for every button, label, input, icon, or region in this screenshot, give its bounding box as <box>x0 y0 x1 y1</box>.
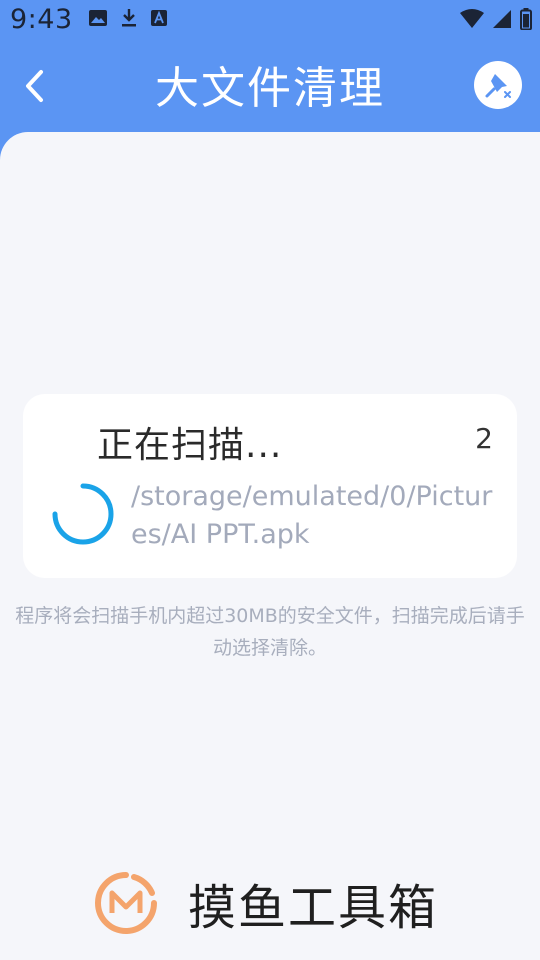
battery-icon <box>520 8 532 34</box>
status-notification-icons <box>88 8 168 32</box>
image-icon <box>88 9 108 31</box>
page-title: 大文件清理 <box>155 63 385 114</box>
app-bar: 大文件清理 <box>0 44 540 132</box>
status-system-icons <box>460 8 532 34</box>
scan-file-count: 2 <box>475 422 493 455</box>
pin-shortcut-button[interactable] <box>474 61 522 109</box>
app-branding: 摸鱼工具箱 <box>92 868 438 938</box>
scan-current-path: /storage/emulated/0/Pictures/AI PPT.apk <box>131 481 493 550</box>
signal-icon <box>492 9 512 33</box>
scan-hint-text: 程序将会扫描手机内超过30MB的安全文件，扫描完成后请手动选择清除。 <box>15 605 525 659</box>
loading-spinner-icon <box>52 483 114 545</box>
wifi-icon <box>460 9 484 33</box>
download-icon <box>120 8 138 32</box>
app-logo-icon <box>95 872 157 934</box>
pin-icon <box>485 74 511 98</box>
scan-status-title: 正在扫描... <box>97 425 283 466</box>
status-time: 9:43 <box>10 4 73 35</box>
scan-progress-card: 正在扫描... 2 /storage/emulated/0/Pictures/A… <box>23 394 517 578</box>
app-name: 摸鱼工具箱 <box>188 880 439 936</box>
main-content: 正在扫描... 2 /storage/emulated/0/Pictures/A… <box>0 132 540 960</box>
font-a-icon <box>150 9 168 31</box>
status-bar: 9:43 <box>0 0 540 44</box>
